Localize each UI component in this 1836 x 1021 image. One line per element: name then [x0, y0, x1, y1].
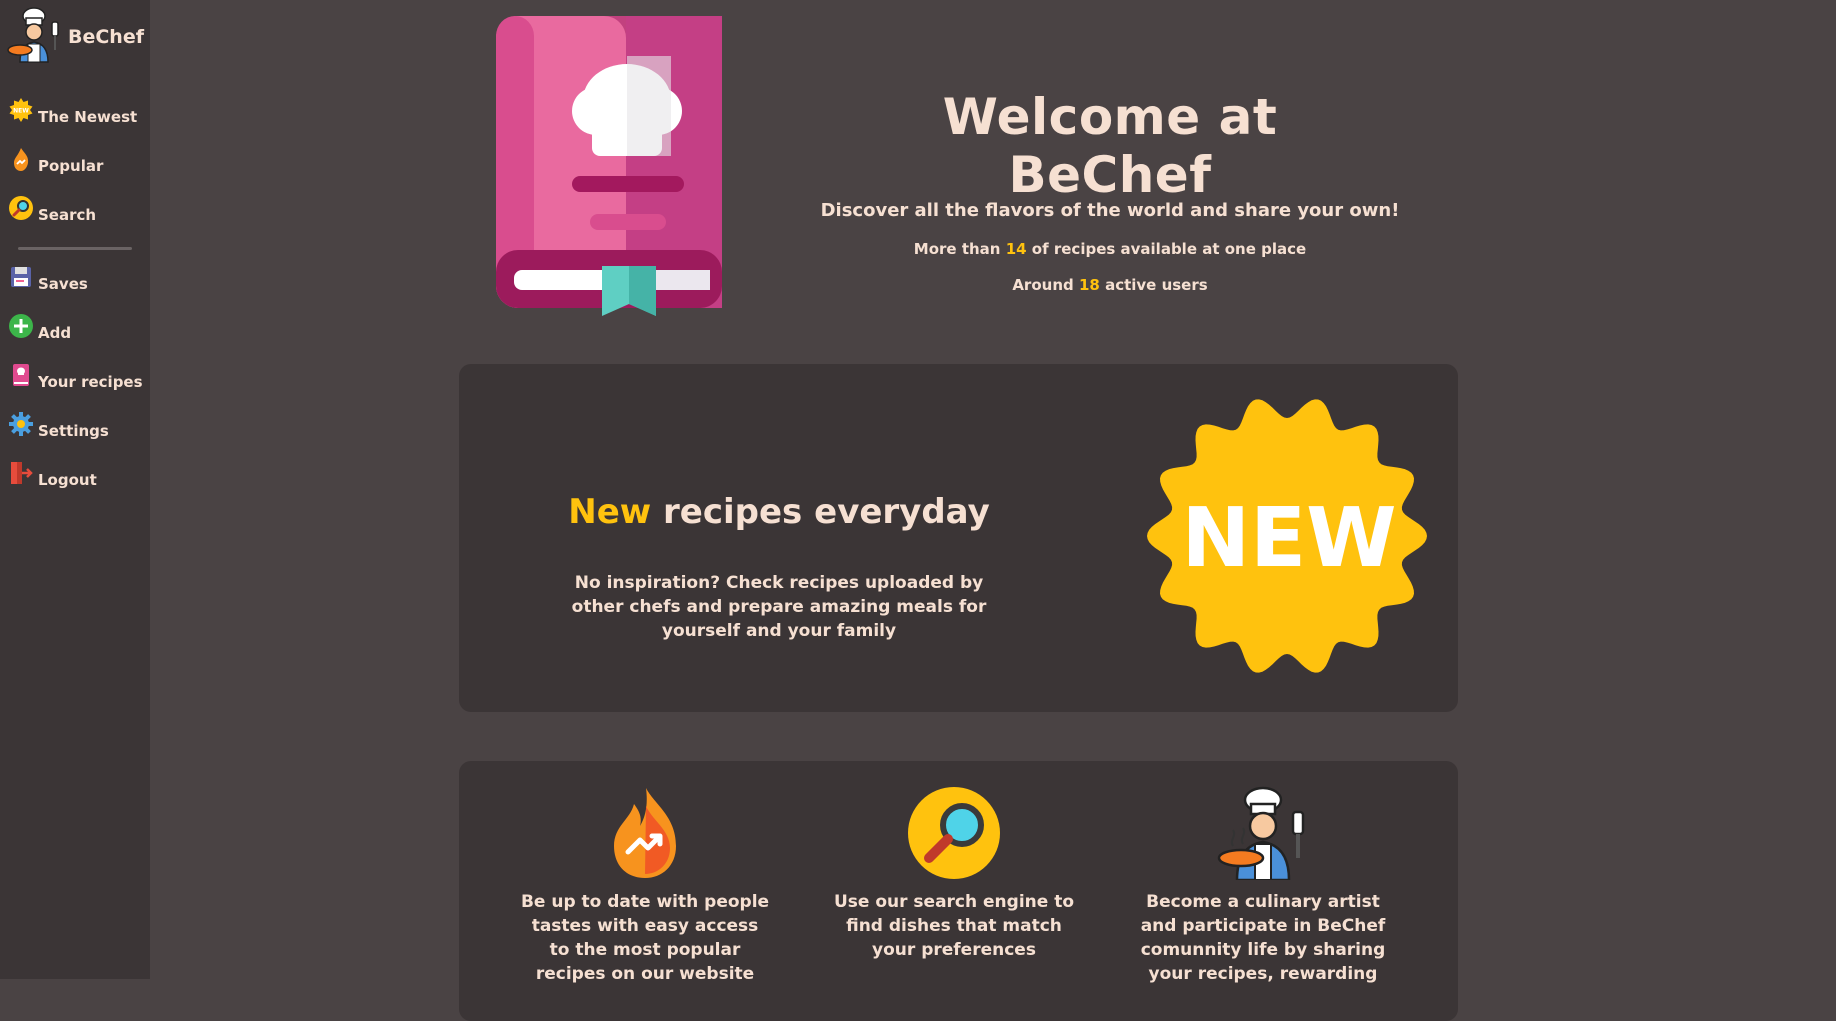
chef-cooking-icon	[1217, 786, 1305, 882]
recipes-suffix: of recipes available at one place	[1026, 240, 1307, 258]
nav-item-search[interactable]: Search	[8, 196, 97, 228]
new-badge-text: NEW	[1181, 491, 1396, 586]
nav-label: Settings	[38, 422, 109, 440]
nav-label: Add	[38, 324, 72, 342]
nav-label: The Newest	[38, 108, 138, 126]
svg-text:NEW: NEW	[13, 108, 29, 115]
feature-share-text: Become a culinary artist and participate…	[1140, 892, 1386, 984]
gear-icon	[9, 412, 33, 436]
nav-item-add[interactable]: Add	[8, 314, 72, 346]
chef-logo-icon	[7, 7, 59, 63]
new-badge-icon: NEW	[1147, 399, 1427, 673]
users-prefix: Around	[1012, 276, 1079, 294]
hero-subtitle: Discover all the flavors of the world an…	[820, 200, 1400, 221]
nav-label: Your recipes	[38, 373, 143, 391]
feature-search[interactable]: Use our search engine to find dishes tha…	[829, 786, 1079, 962]
features-card: Be up to date with people tastes with ea…	[459, 761, 1458, 1021]
title-rest: recipes everyday	[651, 492, 990, 532]
plus-icon	[9, 314, 33, 338]
recipes-count: 14	[1005, 240, 1027, 258]
nav-label: Saves	[38, 275, 88, 293]
feature-search-text: Use our search engine to find dishes tha…	[833, 892, 1075, 960]
nav-separator	[18, 247, 132, 250]
new-recipes-text: No inspiration? Check recipes uploaded b…	[571, 573, 987, 641]
users-count-line: Around 18 active users	[800, 276, 1420, 294]
recipe-book-illustration	[496, 16, 722, 316]
feature-popular-text: Be up to date with people tastes with ea…	[520, 892, 770, 984]
nav-item-logout[interactable]: Logout	[8, 462, 97, 493]
nav-label: Logout	[38, 471, 97, 489]
new-badge-icon: NEW	[9, 98, 33, 122]
users-count: 18	[1078, 276, 1100, 294]
new-recipes-card[interactable]: New recipes everyday No inspiration? Che…	[459, 364, 1458, 712]
magnifier-icon	[908, 787, 1000, 879]
magnifier-icon	[9, 196, 33, 220]
nav-item-the-newest[interactable]: NEW The Newest	[8, 98, 138, 130]
nav-item-popular[interactable]: Popular	[8, 148, 104, 179]
feature-popular[interactable]: Be up to date with people tastes with ea…	[520, 786, 770, 986]
brand-name: BeChef	[68, 26, 144, 48]
feature-share[interactable]: Become a culinary artist and participate…	[1138, 786, 1388, 986]
new-recipes-title: New recipes everyday	[549, 492, 1009, 532]
sidebar: BeChef NEW The Newest Popular Search Sav…	[0, 0, 150, 979]
recipe-book-icon	[13, 364, 29, 386]
fire-trend-icon	[614, 788, 676, 878]
nav-label: Search	[38, 206, 97, 224]
nav-item-saves[interactable]: Saves	[8, 267, 88, 297]
recipes-count-line: More than 14 of recipes available at one…	[800, 240, 1420, 258]
fire-icon	[14, 148, 29, 171]
nav-item-settings[interactable]: Settings	[8, 412, 109, 444]
brand[interactable]: BeChef	[4, 6, 144, 64]
logout-door-icon	[11, 462, 33, 484]
users-suffix: active users	[1099, 276, 1208, 294]
page-title: Welcome at BeChef	[942, 88, 1278, 204]
title-highlight: New	[568, 492, 652, 532]
recipes-prefix: More than	[913, 240, 1006, 258]
nav-label: Popular	[38, 157, 104, 175]
floppy-icon	[11, 267, 31, 287]
nav-item-your-recipes[interactable]: Your recipes	[8, 364, 143, 395]
